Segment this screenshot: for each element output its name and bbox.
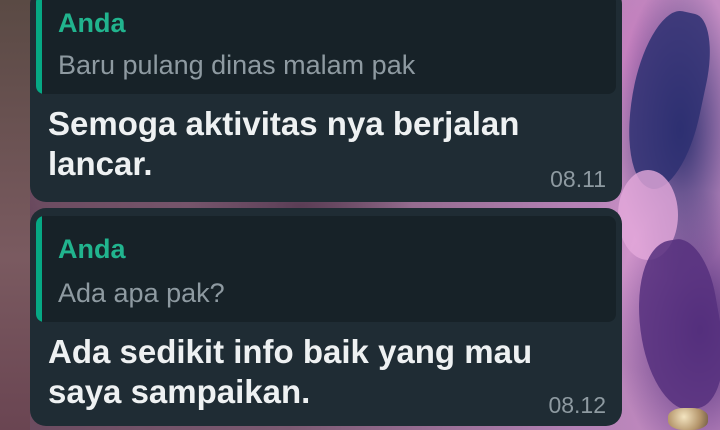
quoted-author: Anda <box>58 8 126 38</box>
message-timestamp: 08.11 <box>550 166 606 192</box>
quote-accent-bar <box>36 216 42 322</box>
quoted-text: Ada apa pak? <box>58 278 225 308</box>
message-timestamp: 08.12 <box>548 392 606 418</box>
message-bubble[interactable]: Anda Baru pulang dinas malam pak Semoga … <box>30 0 622 202</box>
quote-accent-bar <box>36 0 42 94</box>
wallpaper-flower-petal <box>614 4 720 196</box>
wallpaper-ornament <box>668 408 708 430</box>
message-bubble[interactable]: Anda Ada apa pak? Ada sedikit info baik … <box>30 208 622 426</box>
wallpaper-flower-petal <box>625 234 720 416</box>
quoted-author: Anda <box>58 234 126 264</box>
quoted-reply[interactable]: Anda Baru pulang dinas malam pak <box>36 0 616 94</box>
message-text: Semoga aktivitas nya berjalan lancar. <box>48 105 520 182</box>
wallpaper-edge <box>0 0 30 430</box>
message-text: Ada sedikit info baik yang mau saya samp… <box>48 333 533 410</box>
quoted-text: Baru pulang dinas malam pak <box>58 50 416 80</box>
quoted-reply[interactable]: Anda Ada apa pak? <box>36 216 616 322</box>
